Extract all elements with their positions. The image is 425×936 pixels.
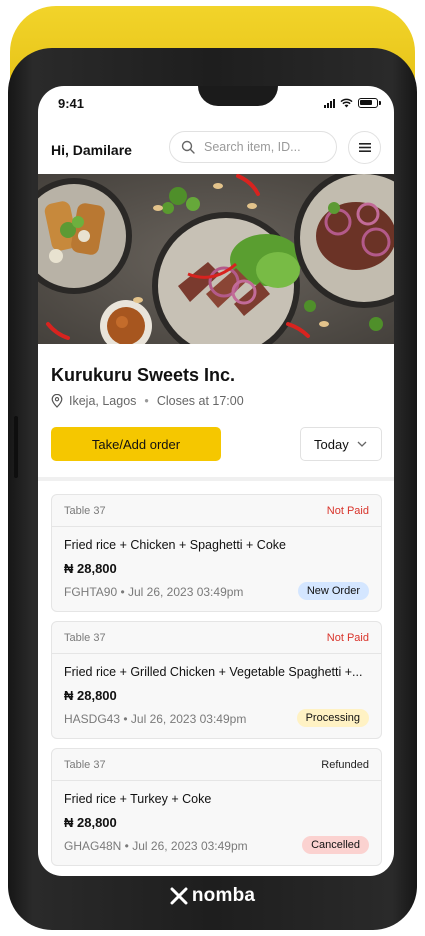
status-bar: 9:41 <box>38 86 394 120</box>
order-items: Fried rice + Grilled Chicken + Vegetable… <box>64 665 363 679</box>
date-filter-label: Today <box>314 437 349 452</box>
phone-screen: 9:41 Hi, Damilare Search item, ID... Kur… <box>38 86 394 876</box>
order-status-badge: Cancelled <box>302 836 369 854</box>
payment-status: Not Paid <box>326 505 369 517</box>
side-button <box>14 416 18 478</box>
payment-status: Not Paid <box>326 632 369 644</box>
wifi-icon <box>340 98 353 108</box>
store-hours: Closes at 17:00 <box>156 394 244 408</box>
order-items: Fried rice + Chicken + Spaghetti + Coke <box>64 538 286 552</box>
menu-icon <box>359 143 371 152</box>
order-price: ₦ 28,800 <box>64 561 117 576</box>
take-add-order-button[interactable]: Take/Add order <box>51 427 221 461</box>
restaurant-banner-image <box>38 174 394 344</box>
device-brand: nomba <box>0 884 425 908</box>
order-card-header: Table 37 Refunded <box>52 749 381 781</box>
food-photo <box>38 174 394 344</box>
order-card-header: Table 37 Not Paid <box>52 622 381 654</box>
order-table-label: Table 37 <box>64 632 106 644</box>
nomba-logo-icon <box>170 887 188 905</box>
order-status-badge: Processing <box>296 709 369 727</box>
location-pin-icon <box>51 394 63 408</box>
app-header: Hi, Damilare Search item, ID... <box>38 130 394 170</box>
order-price: ₦ 28,800 <box>64 815 117 830</box>
status-time: 9:41 <box>58 96 85 111</box>
order-price: ₦ 28,800 <box>64 688 117 703</box>
menu-button[interactable] <box>348 131 381 164</box>
order-id-date: HASDG43 • Jul 26, 2023 03:49pm <box>64 712 247 726</box>
status-icons <box>324 98 381 108</box>
battery-icon <box>358 98 381 108</box>
store-location: Ikeja, Lagos <box>69 394 137 408</box>
greeting-text: Hi, Damilare <box>51 142 132 158</box>
chevron-down-icon <box>357 441 367 447</box>
search-input[interactable]: Search item, ID... <box>169 131 337 163</box>
store-meta: Ikeja, Lagos • Closes at 17:00 <box>51 394 244 408</box>
cellular-signal-icon <box>324 98 335 108</box>
search-icon <box>181 140 195 154</box>
meta-separator: • <box>144 394 149 408</box>
payment-status: Refunded <box>321 759 369 771</box>
order-card-header: Table 37 Not Paid <box>52 495 381 527</box>
store-name: Kurukuru Sweets Inc. <box>51 365 236 385</box>
order-status-badge: New Order <box>297 582 369 600</box>
brand-name: nomba <box>191 885 256 906</box>
section-divider <box>38 477 394 481</box>
order-card[interactable]: Table 37 Not Paid Fried rice + Grilled C… <box>51 621 382 739</box>
order-table-label: Table 37 <box>64 505 106 517</box>
order-items: Fried rice + Turkey + Coke <box>64 792 212 806</box>
order-id-date: GHAG48N • Jul 26, 2023 03:49pm <box>64 839 248 853</box>
order-id-date: FGHTA90 • Jul 26, 2023 03:49pm <box>64 585 244 599</box>
order-card[interactable]: Table 37 Refunded Fried rice + Turkey + … <box>51 748 382 866</box>
date-filter-select[interactable]: Today <box>300 427 382 461</box>
order-card[interactable]: Table 37 Not Paid Fried rice + Chicken +… <box>51 494 382 612</box>
search-placeholder: Search item, ID... <box>204 140 301 154</box>
order-table-label: Table 37 <box>64 759 106 771</box>
